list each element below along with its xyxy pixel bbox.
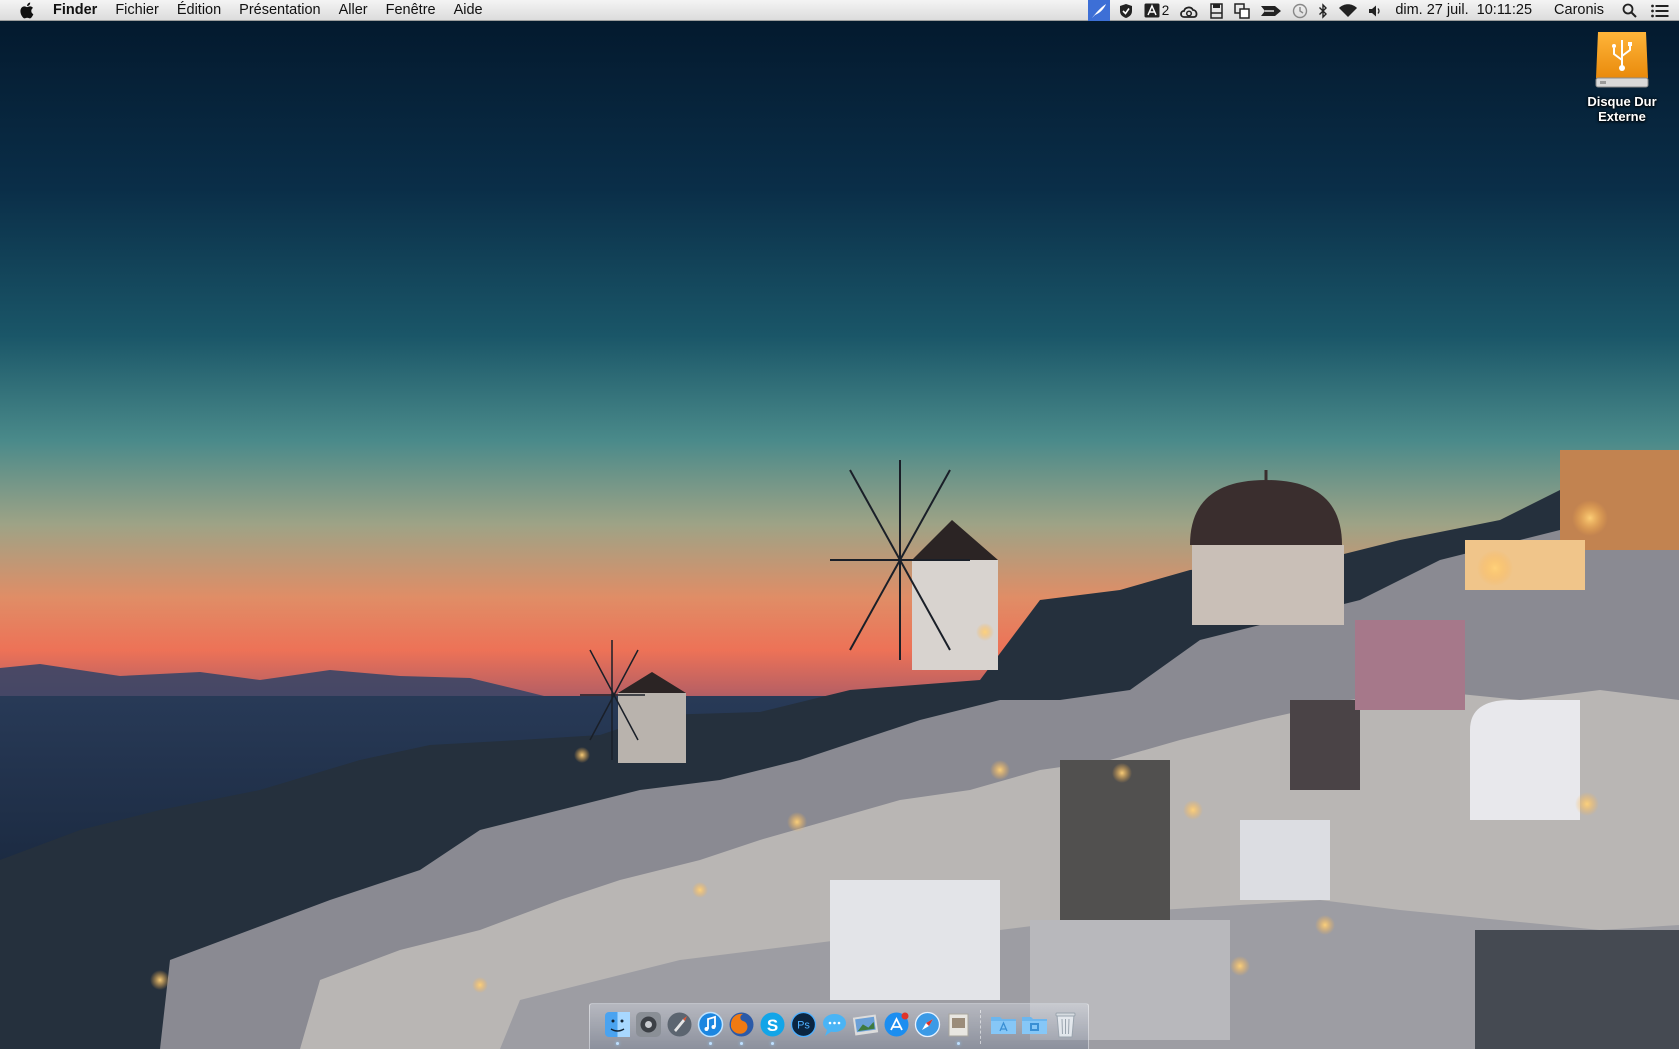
running-indicator: [616, 1041, 619, 1045]
dock-iphoto[interactable]: [852, 1010, 879, 1040]
creative-cloud-icon[interactable]: [1179, 0, 1199, 21]
dock: S Ps: [589, 1003, 1089, 1049]
dock-app-store[interactable]: [883, 1010, 910, 1040]
running-indicator: [740, 1041, 743, 1045]
running-indicator: [709, 1041, 712, 1045]
photoshop-icon: Ps: [790, 1011, 817, 1038]
volume-icon[interactable]: [1368, 0, 1382, 21]
notification-center-icon[interactable]: [1651, 0, 1669, 21]
wifi-icon[interactable]: [1338, 0, 1358, 21]
apple-menu-icon[interactable]: [19, 1, 35, 19]
itunes-icon: [697, 1011, 724, 1038]
menu-app-name[interactable]: Finder: [53, 0, 106, 21]
user-name[interactable]: Caronis: [1540, 0, 1618, 21]
menu-bar: Finder Fichier Édition Présentation Alle…: [0, 0, 1679, 21]
system-preferences-icon: [636, 1012, 661, 1037]
iphoto-icon: [852, 1014, 879, 1036]
disk-utility-icon[interactable]: [1209, 0, 1224, 21]
menu-presentation[interactable]: Présentation: [230, 0, 329, 21]
drive-label: Disque Dur Externe: [1587, 94, 1657, 124]
time-machine-icon[interactable]: [1292, 0, 1308, 21]
adobe-updater-icon[interactable]: 2: [1144, 0, 1170, 21]
dock-safari[interactable]: [914, 1010, 941, 1040]
firefox-icon: [729, 1012, 754, 1037]
boost-arrow-icon[interactable]: [1260, 0, 1282, 21]
svg-text:S: S: [767, 1016, 778, 1035]
applications-folder-icon: [991, 1017, 1016, 1034]
menu-aide[interactable]: Aide: [445, 0, 492, 21]
running-indicator: [957, 1041, 960, 1045]
shield-icon[interactable]: [1118, 0, 1134, 21]
dock-separator: [980, 1009, 982, 1044]
usb-drive-icon: [1594, 30, 1650, 92]
dock-finder[interactable]: [604, 1010, 631, 1045]
menu-fenetre[interactable]: Fenêtre: [377, 0, 445, 21]
finder-icon: [605, 1012, 630, 1037]
menu-fichier[interactable]: Fichier: [106, 0, 168, 21]
clock-date[interactable]: dim. 27 juil.: [1387, 0, 1476, 21]
dock-photoshop[interactable]: Ps: [790, 1010, 817, 1040]
dock-preview[interactable]: [945, 1010, 972, 1045]
menu-edition[interactable]: Édition: [168, 0, 230, 21]
dock-launchpad[interactable]: [666, 1010, 693, 1040]
feather-icon[interactable]: [1087, 0, 1110, 21]
bluetooth-icon[interactable]: [1318, 0, 1328, 21]
downloads-folder-icon: [1022, 1017, 1047, 1034]
skype-icon: S: [760, 1012, 785, 1037]
status-area: 2 dim. 27 juil. 10:11:25 Caronis: [1087, 0, 1679, 21]
clock-time[interactable]: 10:11:25: [1477, 0, 1540, 21]
dock-messages[interactable]: [821, 1010, 848, 1040]
adobe-badge-count: 2: [1161, 3, 1170, 18]
safari-icon: [914, 1011, 941, 1038]
dock-downloads-folder[interactable]: [1021, 1010, 1048, 1040]
menu-aller[interactable]: Aller: [330, 0, 377, 21]
dock-firefox[interactable]: [728, 1010, 755, 1045]
dock-skype[interactable]: S: [759, 1010, 786, 1045]
spotlight-search-icon[interactable]: [1622, 0, 1637, 21]
messages-icon: [823, 1014, 846, 1036]
dock-trash[interactable]: [1052, 1010, 1079, 1040]
app-store-icon: [884, 1012, 909, 1037]
external-drive-desktop-icon[interactable]: Disque Dur Externe: [1580, 26, 1664, 124]
dock-system-preferences[interactable]: [635, 1010, 662, 1040]
launchpad-icon: [667, 1012, 692, 1037]
trash-icon: [1055, 1012, 1076, 1038]
resize-windows-icon[interactable]: [1234, 0, 1251, 21]
dock-itunes[interactable]: [697, 1010, 724, 1045]
dock-applications-folder[interactable]: [990, 1010, 1017, 1040]
svg-text:Ps: Ps: [797, 1020, 810, 1032]
preview-icon: [948, 1013, 969, 1037]
running-indicator: [771, 1041, 774, 1045]
desktop-wallpaper: [0, 0, 1679, 1049]
